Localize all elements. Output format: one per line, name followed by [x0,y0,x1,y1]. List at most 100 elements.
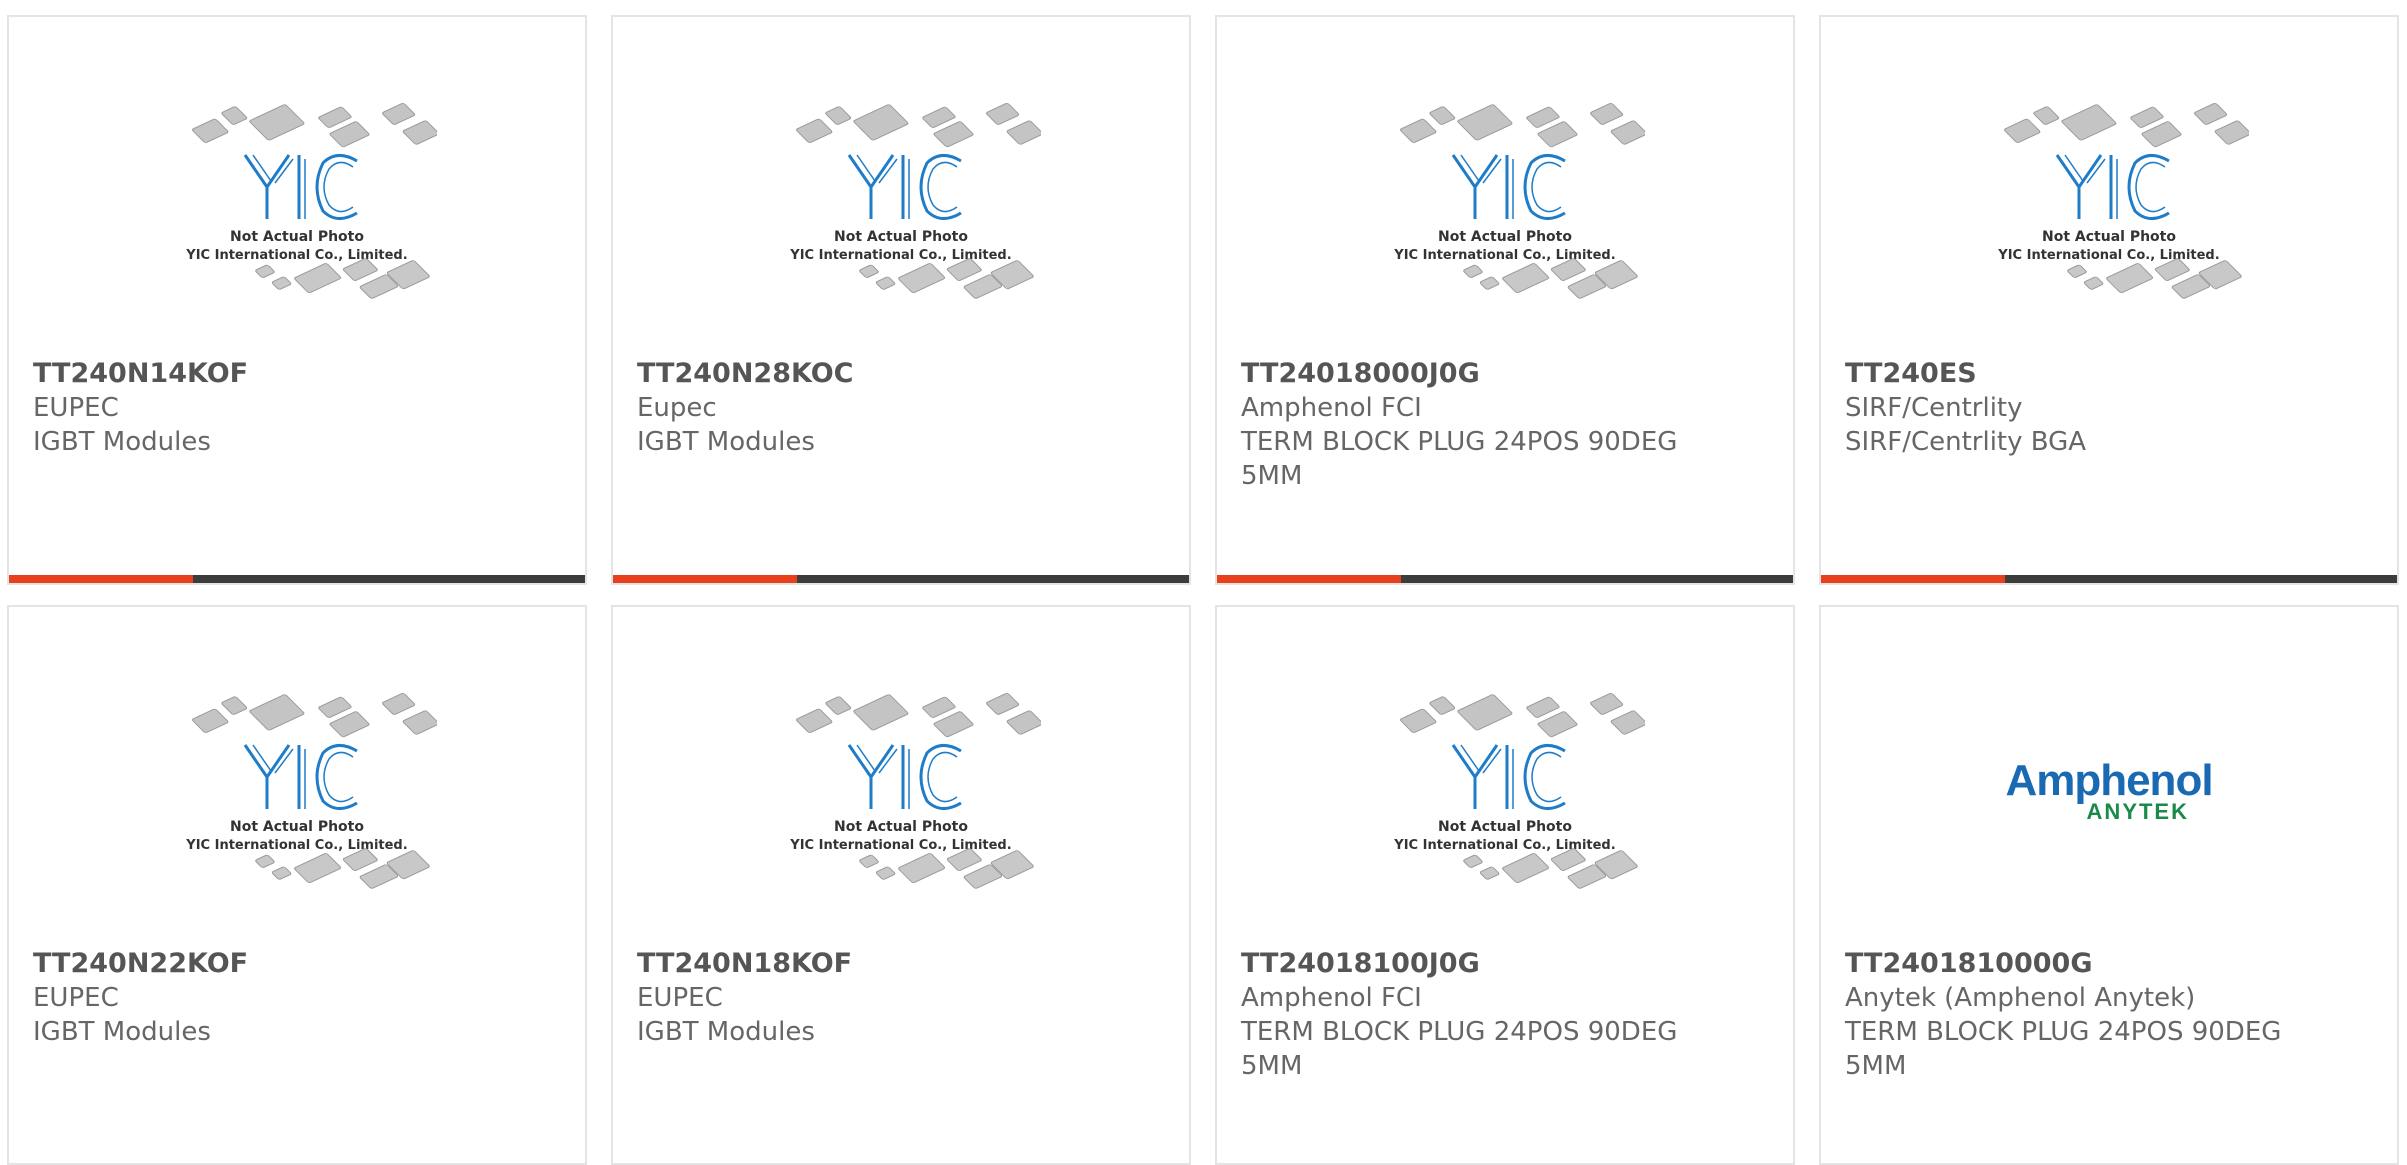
placeholder-company: YIC International Co., Limited. [789,838,1011,853]
manufacturer: EUPEC [33,983,119,1013]
chip-graphic [1590,693,1624,715]
yic-logo-icon [847,154,962,220]
product-grid: Not Actual Photo YIC International Co., L… [7,15,2399,1165]
chip-graphic [382,693,416,715]
chip-graphic [1457,104,1513,141]
svg-text:ANYTEK: ANYTEK [2087,799,2189,824]
chip-graphic [2194,103,2228,125]
product-card[interactable]: Amphenol ANYTEK TT2401810000G Anytek (Amp… [1819,605,2399,1165]
manufacturer: SIRF/Centrlity [1845,393,2023,423]
chip-graphic [2004,118,2041,143]
chip-graphic [255,264,275,278]
chip-graphic [294,263,342,294]
product-image[interactable]: Amphenol ANYTEK [1821,687,2397,955]
chip-graphic [2130,106,2164,128]
chip-graphic [898,853,946,884]
product-card[interactable]: Not Actual Photo YIC International Co., L… [7,15,587,585]
manufacturer: Amphenol FCI [1241,393,1422,423]
placeholder-caption: Not Actual Photo [230,819,364,835]
yic-logo-icon [243,744,358,810]
chip-graphic [249,104,305,141]
part-number[interactable]: TT24018000J0G [1241,357,1769,391]
part-number[interactable]: TT240N14KOF [33,357,561,391]
description: IGBT Modules [33,1017,211,1047]
chip-graphic [1526,696,1560,718]
product-image[interactable]: Not Actual Photo YIC International Co., L… [1821,97,2397,365]
manufacturer: EUPEC [33,393,119,423]
placeholder-caption: Not Actual Photo [230,229,364,245]
part-number[interactable]: TT240N18KOF [637,947,1165,981]
progress-fill [9,575,194,583]
product-card[interactable]: Not Actual Photo YIC International Co., L… [1215,15,1795,585]
chip-graphic [796,118,833,143]
part-number[interactable]: TT240N22KOF [33,947,561,981]
chip-graphic [1526,106,1560,128]
chip-graphic [2214,120,2249,145]
chip-graphic [2106,263,2154,294]
progress-bar [613,575,1189,583]
chip-graphic [192,118,229,143]
chip-graphic [1610,120,1645,145]
chip-graphic [1006,710,1041,735]
chip-graphic [1457,694,1513,731]
chip-graphic [825,696,852,715]
product-card[interactable]: Not Actual Photo YIC International Co., L… [611,15,1191,585]
progress-fill [1821,575,2006,583]
chip-graphic [796,708,833,733]
chip-graphic [318,106,352,128]
yic-placeholder-icon: Not Actual Photo YIC International Co., L… [789,693,1041,889]
yic-placeholder-icon: Not Actual Photo YIC International Co., L… [185,693,437,889]
progress-bar [9,575,585,583]
product-image[interactable]: Not Actual Photo YIC International Co., L… [9,687,585,955]
chip-graphic [2061,104,2117,141]
manufacturer: Anytek (Amphenol Anytek) [1845,983,2196,1013]
yic-placeholder-icon: Not Actual Photo YIC International Co., L… [1393,693,1645,889]
yic-placeholder-icon: Not Actual Photo YIC International Co., L… [1997,103,2249,299]
description: IGBT Modules [637,427,815,457]
chip-graphic [825,106,852,125]
placeholder-company: YIC International Co., Limited. [1997,248,2219,263]
progress-bar [1217,575,1793,583]
product-info: TT240N22KOF EUPEC IGBT Modules [33,947,561,1049]
description: TERM BLOCK PLUG 24POS 90DEG 5MM [1845,1017,2282,1081]
product-card[interactable]: Not Actual Photo YIC International Co., L… [1819,15,2399,585]
placeholder-company: YIC International Co., Limited. [185,838,407,853]
part-number[interactable]: TT24018100J0G [1241,947,1769,981]
chip-graphic [318,696,352,718]
yic-logo-icon [1451,744,1566,810]
product-image[interactable]: Not Actual Photo YIC International Co., L… [9,97,585,365]
chip-graphic [221,106,248,125]
yic-placeholder-icon: Not Actual Photo YIC International Co., L… [1393,103,1645,299]
yic-placeholder-icon: Not Actual Photo YIC International Co., L… [185,103,437,299]
product-info: TT240N18KOF EUPEC IGBT Modules [637,947,1165,1049]
product-card[interactable]: Not Actual Photo YIC International Co., L… [7,605,587,1165]
placeholder-caption: Not Actual Photo [2042,229,2176,245]
product-card[interactable]: Not Actual Photo YIC International Co., L… [611,605,1191,1165]
product-image[interactable]: Not Actual Photo YIC International Co., L… [613,687,1189,955]
product-info: TT2401810000G Anytek (Amphenol Anytek) T… [1845,947,2373,1083]
chip-graphic [1429,106,1456,125]
product-image[interactable]: Not Actual Photo YIC International Co., L… [1217,687,1793,955]
placeholder-company: YIC International Co., Limited. [789,248,1011,263]
chip-graphic [1463,264,1483,278]
placeholder-caption: Not Actual Photo [1438,229,1572,245]
product-image[interactable]: Not Actual Photo YIC International Co., L… [613,97,1189,365]
placeholder-caption: Not Actual Photo [834,819,968,835]
chip-graphic [1463,854,1483,868]
description: IGBT Modules [33,427,211,457]
part-number[interactable]: TT2401810000G [1845,947,2373,981]
part-number[interactable]: TT240ES [1845,357,2373,391]
manufacturer: EUPEC [637,983,723,1013]
progress-bar [1821,575,2397,583]
product-image[interactable]: Not Actual Photo YIC International Co., L… [1217,97,1793,365]
yic-logo-icon [2055,154,2170,220]
product-card[interactable]: Not Actual Photo YIC International Co., L… [1215,605,1795,1165]
svg-text:Amphenol: Amphenol [2005,756,2212,805]
part-number[interactable]: TT240N28KOC [637,357,1165,391]
chip-graphic [402,120,437,145]
chip-graphic [192,708,229,733]
progress-fill [1217,575,1402,583]
chip-graphic [271,276,292,290]
chip-graphic [1502,263,1550,294]
chip-graphic [271,866,292,880]
